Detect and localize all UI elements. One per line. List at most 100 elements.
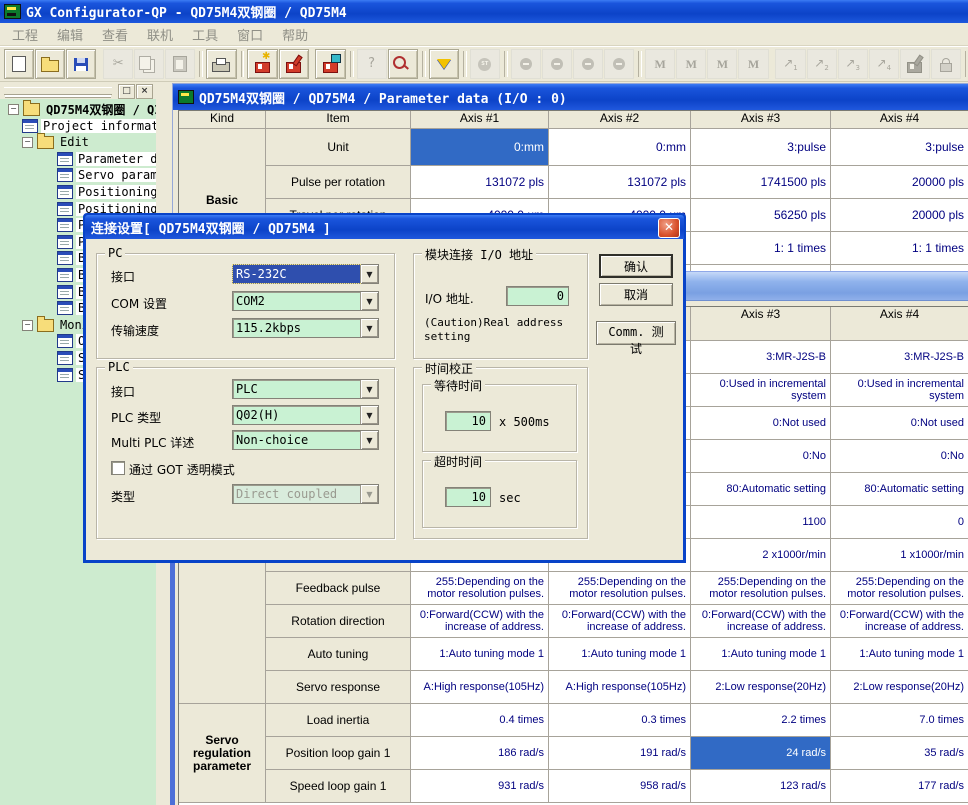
value-cell[interactable]: 20000 pls (831, 166, 968, 199)
value-cell[interactable]: 35 rad/s (831, 737, 968, 770)
menu-item-3[interactable]: 联机 (144, 24, 176, 45)
baudrate-combo[interactable]: 115.2kbps▼ (232, 318, 379, 338)
value-cell[interactable]: 3:MR-J2S-B (691, 341, 831, 374)
com-setting-combo[interactable]: COM2▼ (232, 291, 379, 311)
value-cell[interactable]: 0:Forward(CCW) with the increase of addr… (411, 605, 549, 638)
value-cell[interactable]: 0:mm (411, 129, 549, 166)
value-cell[interactable]: A:High response(105Hz) (411, 671, 549, 704)
wait-time-input[interactable] (445, 411, 491, 431)
value-cell[interactable]: 177 rad/s (831, 770, 968, 803)
menu-item-4[interactable]: 工具 (189, 24, 221, 45)
open-project-button[interactable] (35, 49, 65, 79)
value-cell[interactable]: 131072 pls (411, 166, 549, 199)
value-cell[interactable]: 0:Used in incremental system (691, 374, 831, 407)
value-cell[interactable]: 56250 pls (691, 199, 831, 232)
menu-item-5[interactable]: 窗口 (234, 24, 266, 45)
transfer-setup-button[interactable] (315, 49, 345, 79)
value-cell[interactable]: 2.2 times (691, 704, 831, 737)
value-cell[interactable]: 1100 (691, 506, 831, 539)
io-address-input[interactable] (506, 286, 569, 306)
panel-maximize-icon[interactable]: □ (118, 84, 135, 99)
value-cell[interactable]: 0:Forward(CCW) with the increase of addr… (831, 605, 968, 638)
value-cell[interactable]: 0 (831, 506, 968, 539)
value-cell[interactable]: 7.0 times (831, 704, 968, 737)
chevron-down-icon[interactable]: ▼ (360, 431, 378, 449)
print-button[interactable] (206, 49, 236, 79)
value-cell[interactable]: 0:Forward(CCW) with the increase of addr… (549, 605, 691, 638)
menu-item-1[interactable]: 编辑 (54, 24, 86, 45)
value-cell[interactable]: 0:Forward(CCW) with the increase of addr… (691, 605, 831, 638)
value-cell[interactable]: 2:Low response(20Hz) (691, 671, 831, 704)
value-cell[interactable]: 123 rad/s (691, 770, 831, 803)
value-cell[interactable]: 255:Depending on the motor resolution pu… (549, 572, 691, 605)
value-cell[interactable]: 186 rad/s (411, 737, 549, 770)
tree-expand-icon[interactable]: − (8, 104, 19, 115)
chevron-down-icon[interactable]: ▼ (360, 406, 378, 424)
tree-item[interactable]: −Edit (22, 134, 91, 150)
value-cell[interactable]: A:High response(105Hz) (549, 671, 691, 704)
value-cell[interactable]: 0:Not used (691, 407, 831, 440)
value-cell[interactable]: 131072 pls (549, 166, 691, 199)
value-cell[interactable]: 191 rad/s (549, 737, 691, 770)
menu-item-2[interactable]: 查看 (99, 24, 131, 45)
save-project-button[interactable] (66, 49, 96, 79)
value-cell[interactable]: 931 rad/s (411, 770, 549, 803)
chevron-down-icon[interactable]: ▼ (360, 380, 378, 398)
write-to-module-button[interactable] (247, 49, 277, 79)
value-cell[interactable]: 255:Depending on the motor resolution pu… (411, 572, 549, 605)
value-cell[interactable]: 3:pulse (831, 129, 968, 166)
tree-item[interactable]: −QD75M4双钢圈 / QI (8, 101, 156, 117)
new-project-button[interactable] (4, 49, 34, 79)
plc-interface-combo[interactable]: PLC▼ (232, 379, 379, 399)
value-cell[interactable]: 255:Depending on the motor resolution pu… (831, 572, 968, 605)
tree-item[interactable]: Positioning ( (57, 184, 156, 200)
chevron-down-icon[interactable]: ▼ (360, 265, 378, 283)
value-cell[interactable]: 0:No (691, 440, 831, 473)
value-cell[interactable]: 2 x1000r/min (691, 539, 831, 572)
value-cell[interactable]: 1:Auto tuning mode 1 (411, 638, 549, 671)
value-cell[interactable]: 1: 1 times (691, 232, 831, 265)
value-cell[interactable]: 0:mm (549, 129, 691, 166)
value-cell[interactable]: 1:Auto tuning mode 1 (831, 638, 968, 671)
dialog-titlebar[interactable]: 连接设置[ QD75M4双钢圈 / QD75M4 ] ✕ (85, 215, 684, 239)
cancel-button[interactable]: 取消 (599, 283, 673, 306)
value-cell[interactable]: 255:Depending on the motor resolution pu… (691, 572, 831, 605)
panel-grip[interactable] (4, 87, 112, 95)
pc-interface-combo[interactable]: RS-232C▼ (232, 264, 379, 284)
value-cell[interactable]: 2:Low response(20Hz) (831, 671, 968, 704)
close-icon[interactable]: ✕ (658, 218, 680, 238)
plc-type-combo[interactable]: Q02(H)▼ (232, 405, 379, 425)
value-cell[interactable]: 0:Not used (831, 407, 968, 440)
comm-test-button[interactable]: Comm. 测试 (596, 321, 676, 345)
value-cell[interactable]: 1 x1000r/min (831, 539, 968, 572)
menu-item-6[interactable]: 帮助 (279, 24, 311, 45)
value-cell[interactable]: 0:No (831, 440, 968, 473)
monitor-start-button[interactable] (429, 49, 459, 79)
value-cell[interactable]: 0:Used in incremental system (831, 374, 968, 407)
value-cell[interactable]: 20000 pls (831, 199, 968, 232)
ok-button[interactable]: 确认 (599, 254, 673, 278)
read-from-module-button[interactable] (279, 49, 309, 79)
value-cell[interactable]: 0.4 times (411, 704, 549, 737)
value-cell[interactable]: 1: 1 times (831, 232, 968, 265)
panel-close-icon[interactable]: × (136, 84, 153, 99)
timeout-input[interactable] (445, 487, 491, 507)
value-cell[interactable]: 0.3 times (549, 704, 691, 737)
module-check-button[interactable] (388, 49, 418, 79)
menu-item-0[interactable]: 工程 (9, 24, 41, 45)
tree-expand-icon[interactable]: − (22, 137, 33, 148)
tree-expand-icon[interactable]: − (22, 320, 33, 331)
value-cell[interactable]: 958 rad/s (549, 770, 691, 803)
value-cell[interactable]: 3:MR-J2S-B (831, 341, 968, 374)
tree-item[interactable]: Parameter dat (57, 151, 156, 167)
value-cell[interactable]: 1:Auto tuning mode 1 (691, 638, 831, 671)
project-panel-titlebar[interactable]: □ × (0, 82, 170, 100)
value-cell[interactable]: 3:pulse (691, 129, 831, 166)
chevron-down-icon[interactable]: ▼ (360, 319, 378, 337)
chevron-down-icon[interactable]: ▼ (360, 292, 378, 310)
parameter-window-titlebar[interactable]: QD75M4双钢圈 / QD75M4 / Parameter data (I/O… (173, 84, 968, 110)
got-transparent-checkbox[interactable] (111, 461, 125, 475)
value-cell[interactable]: 80:Automatic setting (831, 473, 968, 506)
tree-item[interactable]: −Moni (22, 317, 91, 333)
value-cell[interactable]: 1741500 pls (691, 166, 831, 199)
